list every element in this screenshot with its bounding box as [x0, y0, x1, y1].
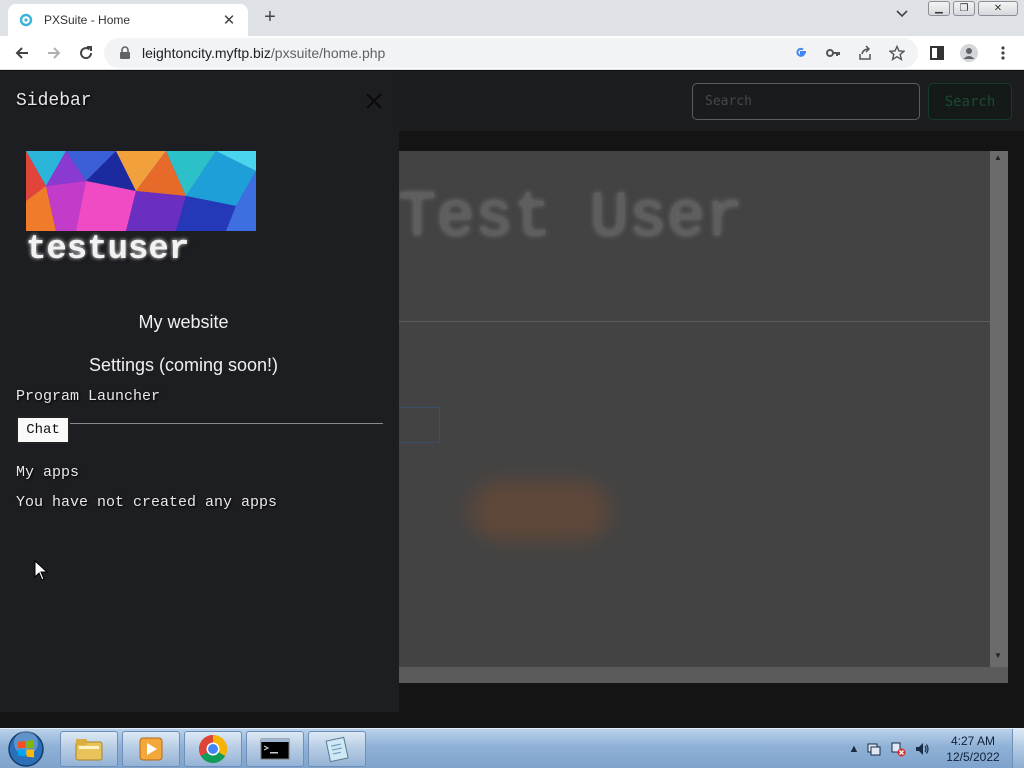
command-prompt-icon: [260, 738, 290, 760]
search-input[interactable]: [692, 83, 920, 120]
scroll-down-arrow-icon[interactable]: ▼: [994, 651, 1002, 660]
taskbar-chrome[interactable]: [184, 731, 242, 767]
side-panel-icon[interactable]: [928, 44, 946, 62]
notepad-icon: [325, 736, 349, 763]
minimize-window-icon[interactable]: ▁: [928, 1, 950, 16]
show-hidden-icons-icon[interactable]: ▲: [846, 741, 862, 757]
bookmark-star-icon[interactable]: [888, 44, 906, 62]
forward-arrow-icon[interactable]: [42, 41, 66, 65]
sidebar-panel: Sidebar testuser My website Settings (co…: [0, 71, 399, 712]
tab-close-icon[interactable]: ✕: [220, 11, 238, 29]
my-apps-label: My apps: [16, 464, 80, 481]
clock-time: 4:27 AM: [950, 734, 996, 748]
restore-window-icon[interactable]: ❐: [953, 1, 975, 16]
search-button[interactable]: Search: [928, 83, 1012, 120]
action-center-flag-icon[interactable]: [866, 741, 882, 757]
content-divider: [398, 321, 990, 322]
sidebar-username: testuser: [26, 231, 190, 269]
close-window-icon[interactable]: ✕: [978, 1, 1018, 16]
key-icon[interactable]: [824, 44, 842, 62]
volume-icon[interactable]: [914, 741, 930, 757]
lock-icon: [120, 46, 130, 59]
no-apps-message: You have not created any apps: [16, 494, 278, 511]
chrome-menu-icon[interactable]: [994, 44, 1012, 62]
url-host: leightoncity.myftp.biz: [142, 45, 271, 61]
start-button-icon[interactable]: [6, 730, 46, 768]
tab-search-chevron-icon[interactable]: [896, 8, 908, 22]
chrome-icon: [199, 735, 227, 763]
url-text: leightoncity.myftp.biz/pxsuite/home.php: [142, 45, 385, 61]
browser-tab[interactable]: PXSuite - Home ✕: [8, 4, 248, 36]
taskbar-notepad[interactable]: [308, 731, 366, 767]
sidebar-title: Sidebar: [16, 91, 92, 111]
content-horizontal-scrollbar[interactable]: [398, 667, 990, 683]
tab-title: PXSuite - Home: [44, 13, 131, 27]
back-arrow-icon[interactable]: [10, 41, 34, 65]
network-disconnected-icon[interactable]: [890, 741, 906, 757]
content-vertical-scrollbar[interactable]: ▲ ▼: [990, 151, 1008, 667]
browser-tab-strip: PXSuite - Home ✕ + ▁ ❐ ✕: [0, 0, 1024, 36]
profile-avatar-icon[interactable]: [960, 44, 978, 62]
reload-icon[interactable]: [74, 41, 98, 65]
show-desktop-button[interactable]: [1012, 729, 1024, 768]
share-icon[interactable]: [856, 44, 874, 62]
browser-toolbar: leightoncity.myftp.biz/pxsuite/home.php: [0, 36, 1024, 70]
folder-icon: [75, 739, 103, 761]
sidebar-close-icon[interactable]: [362, 89, 386, 113]
new-tab-icon[interactable]: +: [258, 6, 282, 30]
clock-date: 12/5/2022: [946, 750, 1000, 764]
url-path: /pxsuite/home.php: [270, 45, 386, 61]
windows-taskbar: ▲ 4:27 AM 12/5/2022: [0, 728, 1024, 768]
obscured-button[interactable]: [398, 407, 440, 443]
sidebar-divider: [68, 423, 383, 424]
profile-banner-image: [26, 151, 256, 231]
mouse-cursor-icon: [34, 560, 48, 581]
chat-button[interactable]: Chat: [16, 416, 70, 444]
taskbar-command-prompt[interactable]: [246, 731, 304, 767]
my-website-link[interactable]: My website: [0, 312, 367, 333]
web-page: Search Test User ▲ ▼ Sidebar: [0, 71, 1024, 728]
taskbar-file-explorer[interactable]: [60, 731, 118, 767]
taskbar-clock[interactable]: 4:27 AM 12/5/2022: [940, 733, 1006, 765]
obscured-orange-element: [470, 481, 610, 541]
taskbar-media-player[interactable]: [122, 731, 180, 767]
google-lens-icon[interactable]: [792, 44, 810, 62]
settings-link[interactable]: Settings (coming soon!): [0, 355, 367, 376]
hero-user-name: Test User: [398, 183, 744, 255]
site-favicon-icon: [19, 13, 33, 27]
media-player-icon: [139, 737, 163, 761]
home-content-frame: Test User ▲ ▼: [398, 151, 1008, 683]
scroll-up-arrow-icon[interactable]: ▲: [994, 153, 1002, 162]
scrollbar-corner: [990, 667, 1008, 683]
program-launcher-label: Program Launcher: [16, 388, 161, 405]
